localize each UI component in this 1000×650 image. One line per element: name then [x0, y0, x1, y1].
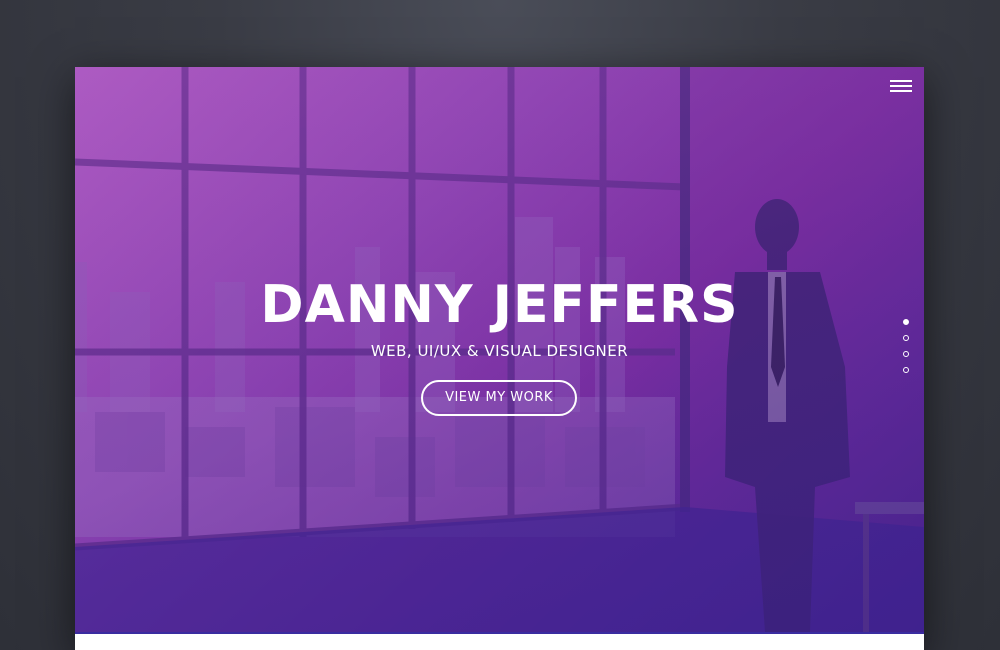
- slide-dot-2[interactable]: [903, 335, 909, 341]
- slide-pagination: [903, 319, 911, 383]
- slide-dot-3[interactable]: [903, 351, 909, 357]
- slide-dot-1[interactable]: [903, 319, 909, 325]
- hero-section: DANNY JEFFERS WEB, UI/UX & VISUAL DESIGN…: [75, 67, 924, 632]
- hamburger-menu-icon[interactable]: [890, 77, 912, 95]
- view-my-work-button[interactable]: VIEW MY WORK: [421, 380, 577, 416]
- next-section: [75, 632, 924, 650]
- hero-title: DANNY JEFFERS: [260, 275, 739, 335]
- hero-subtitle: WEB, UI/UX & VISUAL DESIGNER: [370, 342, 629, 360]
- slide-dot-4[interactable]: [903, 367, 909, 373]
- browser-frame: DANNY JEFFERS WEB, UI/UX & VISUAL DESIGN…: [75, 67, 924, 650]
